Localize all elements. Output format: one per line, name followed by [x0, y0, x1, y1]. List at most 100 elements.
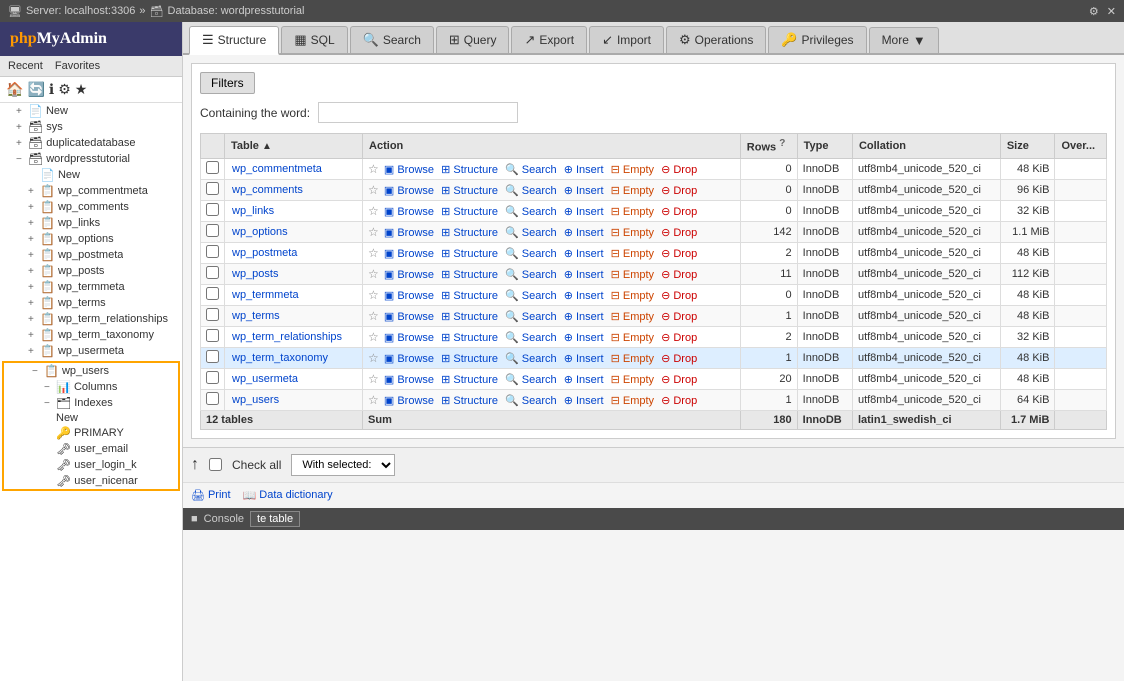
browse-link[interactable]: ▣ Browse	[384, 311, 434, 323]
empty-link[interactable]: ⊟ Empty	[611, 353, 654, 365]
empty-link[interactable]: ⊟ Empty	[611, 269, 654, 281]
table-name-link[interactable]: wp_termmeta	[232, 289, 299, 301]
empty-link[interactable]: ⊟ Empty	[611, 227, 654, 239]
insert-link[interactable]: ⊕ Insert	[564, 290, 604, 302]
insert-link[interactable]: ⊕ Insert	[564, 374, 604, 386]
empty-link[interactable]: ⊟ Empty	[611, 332, 654, 344]
insert-link[interactable]: ⊕ Insert	[564, 206, 604, 218]
tree-wp-users-indexes[interactable]: − 🗂 Indexes	[4, 395, 178, 411]
recent-link[interactable]: Recent	[8, 60, 43, 72]
structure-link[interactable]: ⊞ Structure	[441, 374, 498, 386]
favorite-star-icon[interactable]: ☆	[368, 225, 379, 239]
browse-link[interactable]: ▣ Browse	[384, 332, 434, 344]
row-checkbox[interactable]	[206, 266, 219, 279]
search-link[interactable]: 🔍 Search	[505, 311, 557, 323]
favorite-star-icon[interactable]: ☆	[368, 204, 379, 218]
insert-link[interactable]: ⊕ Insert	[564, 353, 604, 365]
search-link[interactable]: 🔍 Search	[505, 227, 557, 239]
empty-link[interactable]: ⊟ Empty	[611, 290, 654, 302]
tab-search[interactable]: 🔍 Search	[350, 26, 434, 53]
row-checkbox[interactable]	[206, 245, 219, 258]
drop-link[interactable]: ⊖ Drop	[661, 185, 697, 197]
search-link[interactable]: 🔍 Search	[505, 164, 557, 176]
search-link[interactable]: 🔍 Search	[505, 206, 557, 218]
table-name-link[interactable]: wp_comments	[232, 184, 303, 196]
tree-wp-users[interactable]: − 📋 wp_users	[4, 363, 178, 379]
tab-more[interactable]: More ▼	[869, 27, 939, 53]
row-checkbox[interactable]	[206, 392, 219, 405]
favorite-star-icon[interactable]: ☆	[368, 267, 379, 281]
row-checkbox[interactable]	[206, 371, 219, 384]
drop-link[interactable]: ⊖ Drop	[661, 227, 697, 239]
tree-wp-termmeta[interactable]: + 📋 wp_termmeta	[0, 279, 182, 295]
table-name-link[interactable]: wp_term_taxonomy	[232, 352, 328, 364]
tree-wp-term-taxonomy[interactable]: + 📋 wp_term_taxonomy	[0, 327, 182, 343]
refresh-icon[interactable]: 🔄	[27, 81, 44, 98]
tree-index-user-nicename[interactable]: 🗝 user_nicenar	[4, 473, 178, 489]
structure-link[interactable]: ⊞ Structure	[441, 395, 498, 407]
search-link[interactable]: 🔍 Search	[505, 185, 557, 197]
empty-link[interactable]: ⊟ Empty	[611, 248, 654, 260]
favorite-star-icon[interactable]: ☆	[368, 351, 379, 365]
filter-input[interactable]	[318, 102, 518, 123]
favorite-star-icon[interactable]: ☆	[368, 393, 379, 407]
favorite-star-icon[interactable]: ☆	[368, 288, 379, 302]
structure-link[interactable]: ⊞ Structure	[441, 206, 498, 218]
insert-link[interactable]: ⊕ Insert	[564, 395, 604, 407]
tree-duplicatedb[interactable]: + 🗃 duplicatedatabase	[0, 135, 182, 151]
data-dict-link[interactable]: 📖 Data dictionary	[243, 489, 333, 502]
browse-link[interactable]: ▣ Browse	[384, 269, 434, 281]
rows-help-icon[interactable]: ?	[779, 138, 785, 149]
favorite-star-icon[interactable]: ☆	[368, 183, 379, 197]
tree-wp-terms[interactable]: + 📋 wp_terms	[0, 295, 182, 311]
tree-index-primary[interactable]: 🔑 PRIMARY	[4, 425, 178, 441]
tree-wp-users-columns[interactable]: − 📊 Columns	[4, 379, 178, 395]
row-checkbox[interactable]	[206, 182, 219, 195]
table-name-link[interactable]: wp_terms	[232, 310, 280, 322]
tab-operations[interactable]: ⚙ Operations	[666, 26, 766, 53]
table-name-link[interactable]: wp_options	[232, 226, 288, 238]
favorite-star-icon[interactable]: ☆	[368, 162, 379, 176]
drop-link[interactable]: ⊖ Drop	[661, 353, 697, 365]
table-name-link[interactable]: wp_links	[232, 205, 274, 217]
table-name-link[interactable]: wp_term_relationships	[232, 331, 342, 343]
structure-link[interactable]: ⊞ Structure	[441, 227, 498, 239]
tree-new[interactable]: + 📄 New	[0, 103, 182, 119]
drop-link[interactable]: ⊖ Drop	[661, 374, 697, 386]
insert-link[interactable]: ⊕ Insert	[564, 311, 604, 323]
tree-wp-commentmeta[interactable]: + 📋 wp_commentmeta	[0, 183, 182, 199]
insert-link[interactable]: ⊕ Insert	[564, 269, 604, 281]
structure-link[interactable]: ⊞ Structure	[441, 248, 498, 260]
tree-indexes-new[interactable]: New	[4, 411, 178, 425]
row-checkbox[interactable]	[206, 308, 219, 321]
tab-sql[interactable]: ▦ SQL	[281, 26, 347, 53]
empty-link[interactable]: ⊟ Empty	[611, 164, 654, 176]
tab-structure[interactable]: ☰ Structure	[189, 26, 279, 55]
insert-link[interactable]: ⊕ Insert	[564, 248, 604, 260]
search-link[interactable]: 🔍 Search	[505, 353, 557, 365]
drop-link[interactable]: ⊖ Drop	[661, 248, 697, 260]
browse-link[interactable]: ▣ Browse	[384, 164, 434, 176]
browse-link[interactable]: ▣ Browse	[384, 374, 434, 386]
insert-link[interactable]: ⊕ Insert	[564, 164, 604, 176]
drop-link[interactable]: ⊖ Drop	[661, 206, 697, 218]
table-name-link[interactable]: wp_postmeta	[232, 247, 297, 259]
browse-link[interactable]: ▣ Browse	[384, 290, 434, 302]
search-link[interactable]: 🔍 Search	[505, 395, 557, 407]
table-name-link[interactable]: wp_posts	[232, 268, 278, 280]
drop-link[interactable]: ⊖ Drop	[661, 164, 697, 176]
search-link[interactable]: 🔍 Search	[505, 269, 557, 281]
search-link[interactable]: 🔍 Search	[505, 332, 557, 344]
table-name-link[interactable]: wp_users	[232, 394, 279, 406]
search-link[interactable]: 🔍 Search	[505, 248, 557, 260]
tree-wp-term-relationships[interactable]: + 📋 wp_term_relationships	[0, 311, 182, 327]
tree-wp-options[interactable]: + 📋 wp_options	[0, 231, 182, 247]
browse-link[interactable]: ▣ Browse	[384, 248, 434, 260]
drop-link[interactable]: ⊖ Drop	[661, 269, 697, 281]
table-name-link[interactable]: wp_usermeta	[232, 373, 298, 385]
tree-index-user-email[interactable]: 🗝 user_email	[4, 441, 178, 457]
favorites-link[interactable]: Favorites	[55, 60, 100, 72]
browse-link[interactable]: ▣ Browse	[384, 206, 434, 218]
drop-link[interactable]: ⊖ Drop	[661, 290, 697, 302]
empty-link[interactable]: ⊟ Empty	[611, 206, 654, 218]
